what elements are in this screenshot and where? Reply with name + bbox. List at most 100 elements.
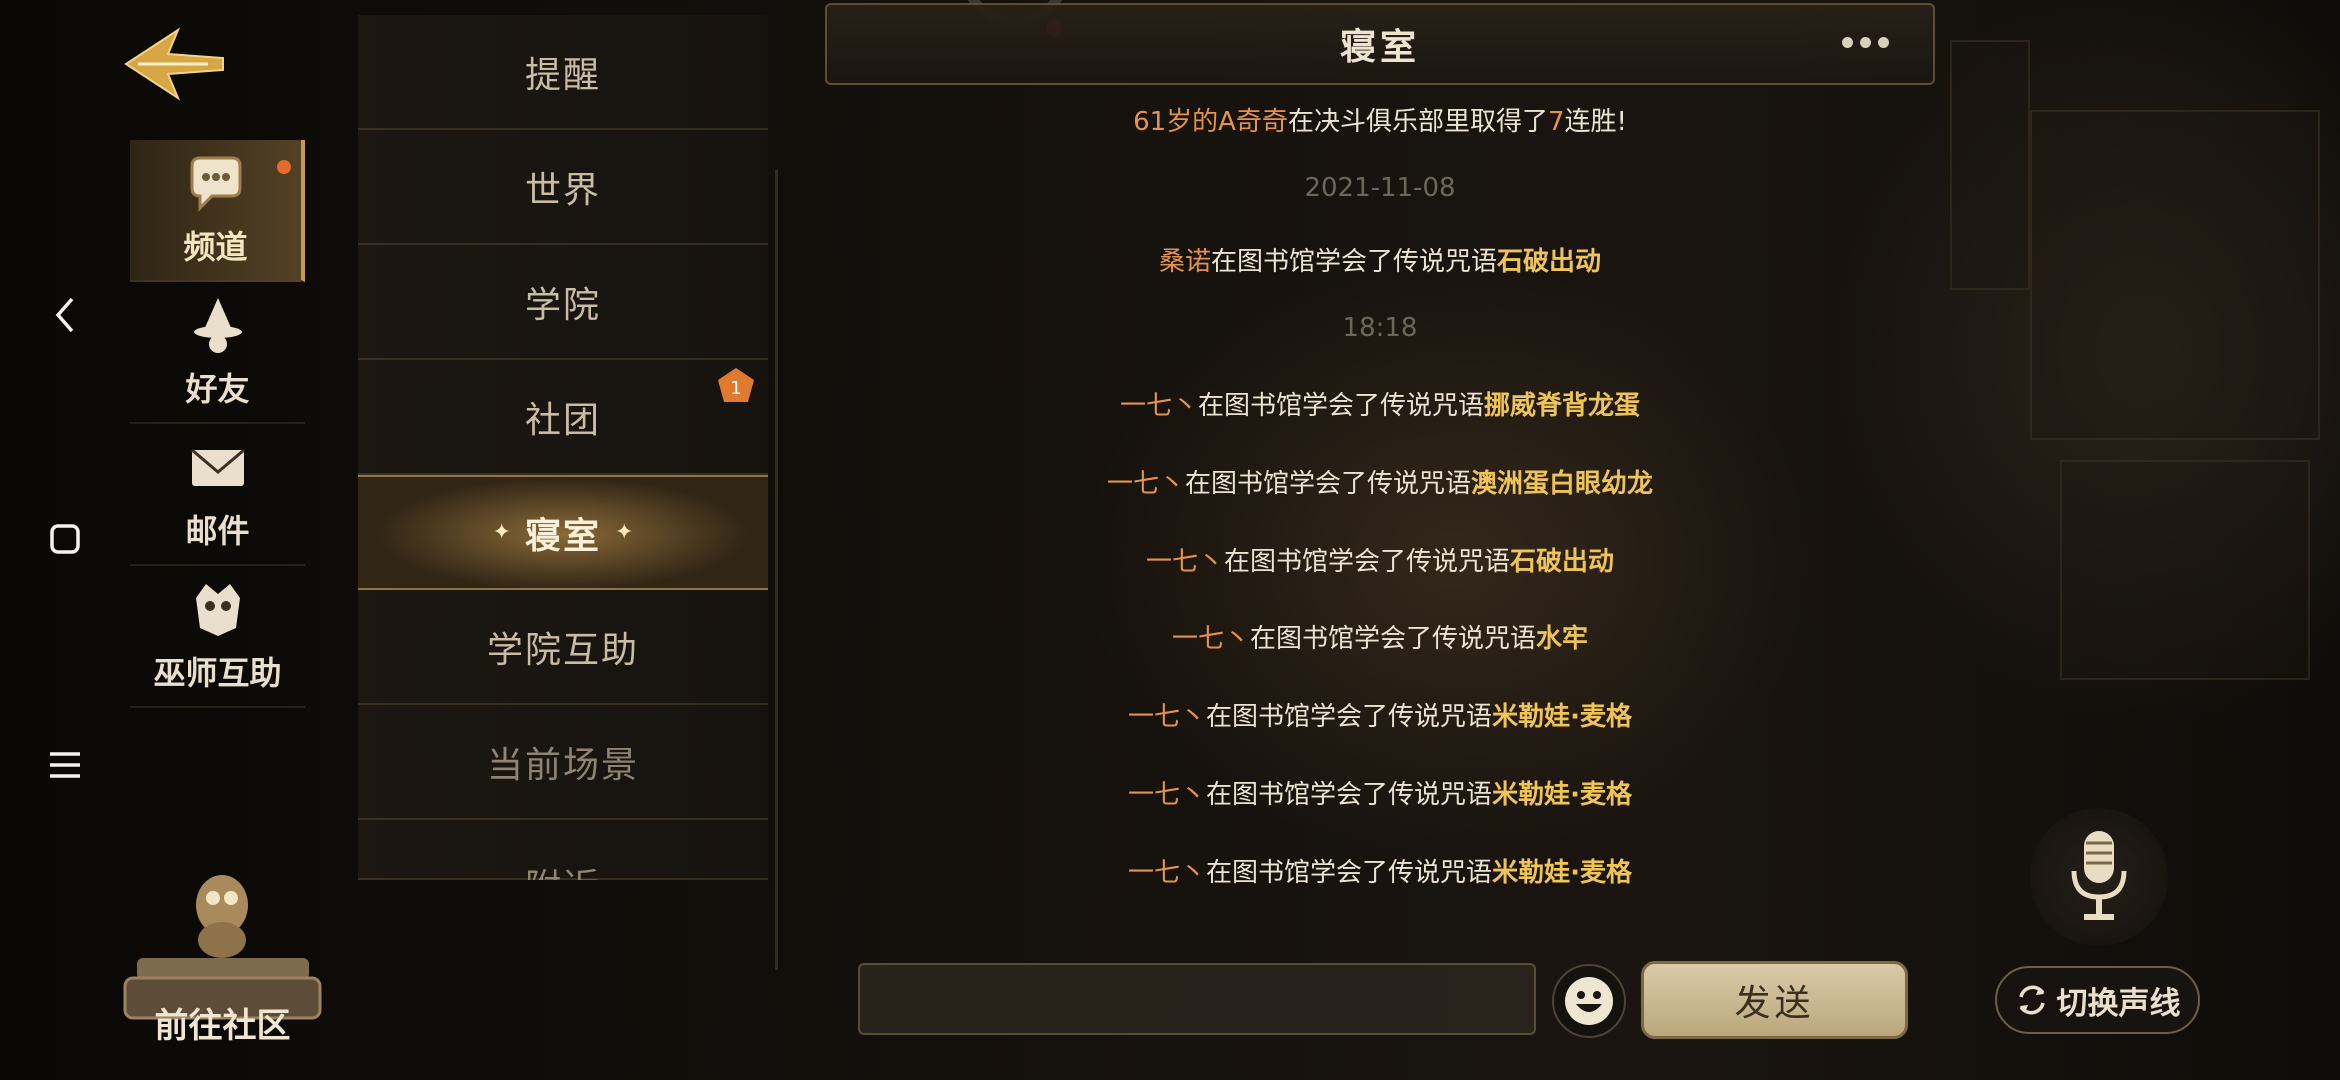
message-text: 在图书馆学会了传说咒语 [1210,247,1497,277]
channel-tab-college[interactable]: 学院 [358,245,768,360]
game-back-button[interactable] [118,24,228,104]
system-message: 一七丶在图书馆学会了传说咒语挪威脊背龙蛋 [825,385,1935,422]
chat-title: 寝室 [1339,27,1420,68]
message-text: 在图书馆学会了传说咒语 [1249,624,1536,654]
category-label: 巫师互助 [153,654,282,692]
message-text: 在图书馆学会了传说咒语 [1197,391,1484,421]
channel-tab-club[interactable]: 社团 1 [358,360,768,475]
send-label: 发送 [1734,983,1815,1024]
chat-header: 寝室 [825,3,1935,85]
message-text: 在决斗俱乐部里取得了 [1287,107,1548,137]
channel-label: 附近 [525,858,601,880]
spell-name: 米勒娃·麦格 [1492,858,1632,888]
spell-name: 挪威脊背龙蛋 [1484,391,1641,421]
chat-message-list[interactable]: 61岁的A奇奇在决斗俱乐部里取得了7连胜! 2021-11-08 桑诺在图书馆学… [825,95,1935,915]
system-home-button[interactable] [42,516,88,562]
category-friends[interactable]: 好友 [130,282,305,424]
category-channel[interactable]: 频道 [130,140,305,282]
dot-icon [1878,37,1889,48]
category-wizard-help[interactable]: 巫师互助 [130,566,305,708]
send-button[interactable]: 发送 [1641,961,1908,1039]
channel-label: 学院 [524,284,601,326]
player-name[interactable]: 一七丶 [1172,624,1250,654]
owl-emblem-icon [195,584,240,636]
sparkle-icon: ✦ [492,520,511,545]
community-label: 前往社区 [154,1006,291,1046]
category-sidebar: 频道 好友 邮件 巫师互助 [130,140,305,708]
player-name[interactable]: 桑诺 [1159,247,1211,277]
channel-label: 世界 [524,169,601,211]
time-stamp: 18:18 [1342,313,1418,343]
category-label: 邮件 [185,512,250,550]
smiley-face-icon [1565,977,1613,1025]
player-name[interactable]: 一七丶 [1128,858,1206,888]
system-recents-button[interactable] [42,742,88,788]
player-name[interactable]: 一七丶 [1128,780,1206,810]
player-name[interactable]: 一七丶 [1128,702,1206,732]
player-name[interactable]: 一七丶 [1107,469,1185,499]
square-icon [50,524,80,554]
switch-voice-label: 切换声线 [2056,985,2181,1022]
golden-arrow-icon [124,27,224,101]
streak-count: 7 [1547,107,1565,137]
category-label: 频道 [183,228,248,266]
menu-lines-icon [50,752,80,778]
channel-tab-world[interactable]: 世界 [358,130,768,245]
player-name[interactable]: 一七丶 [1146,547,1224,577]
spell-name: 澳洲蛋白眼幼龙 [1471,469,1654,499]
emoji-button[interactable] [1552,964,1626,1038]
system-message: 一七丶在图书馆学会了传说咒语米勒娃·麦格 [825,696,1935,733]
channel-tab-nearby[interactable]: 附近 [358,820,768,880]
system-message: 一七丶在图书馆学会了传说咒语米勒娃·麦格 [825,774,1935,811]
system-message: 一七丶在图书馆学会了传说咒语水牢 [825,618,1935,655]
unread-badge: 1 [718,368,754,402]
category-label: 好友 [185,370,250,408]
channel-label: 当前场景 [486,744,639,786]
more-options-button[interactable] [1842,37,1889,48]
channel-label: 社团 [524,399,601,441]
system-message: 一七丶在图书馆学会了传说咒语石破出动 [825,541,1935,578]
spell-name: 水牢 [1536,624,1589,654]
chat-input[interactable] [858,963,1536,1035]
message-text: 连胜! [1564,107,1627,137]
channel-list: 提醒 世界 学院 社团 1 ✦ 寝室 ✦ 学院互助 当前场景 附近 [358,15,768,880]
message-text: 在图书馆学会了传说咒语 [1206,858,1493,888]
chevron-left-icon [55,297,74,333]
message-text: 在图书馆学会了传说咒语 [1223,547,1510,577]
player-name[interactable]: 一七丶 [1120,391,1198,421]
spell-name: 石破出动 [1510,547,1615,577]
voice-record-button[interactable] [2030,808,2168,946]
message-text: 在图书馆学会了传说咒语 [1206,702,1493,732]
system-nav-bar [0,0,130,1080]
channel-label: 学院互助 [486,629,639,671]
channel-tab-dormitory[interactable]: ✦ 寝室 ✦ [358,475,768,590]
wizard-hat-icon [193,298,242,353]
message-text: 在图书馆学会了传说咒语 [1184,469,1471,499]
spell-name: 石破出动 [1497,247,1602,277]
envelope-icon [190,448,245,486]
channel-tab-reminder[interactable]: 提醒 [358,15,768,130]
go-to-community-button[interactable]: 前往社区 [115,870,330,1055]
system-back-button[interactable] [42,292,88,338]
date-stamp: 2021-11-08 [1304,173,1456,203]
swap-arrows-icon [2018,985,2045,1015]
dot-icon [1842,37,1853,48]
player-name[interactable]: 61岁的A奇奇 [1133,107,1288,137]
svg-text:1: 1 [730,378,741,399]
sparkle-icon: ✦ [615,520,634,545]
channel-label: 寝室 [524,515,601,557]
spell-name: 米勒娃·麦格 [1492,702,1632,732]
switch-voice-button[interactable]: 切换声线 [1995,966,2200,1034]
channel-tab-college-help[interactable]: 学院互助 [358,590,768,705]
system-message: 一七丶在图书馆学会了传说咒语澳洲蛋白眼幼龙 [825,463,1935,500]
divider [775,170,778,970]
system-message: 一七丶在图书馆学会了传说咒语米勒娃·麦格 [825,852,1935,889]
system-message: 桑诺在图书馆学会了传说咒语石破出动 [825,241,1935,278]
microphone-icon [2071,831,2127,920]
category-mail[interactable]: 邮件 [130,424,305,566]
system-message: 61岁的A奇奇在决斗俱乐部里取得了7连胜! [825,101,1935,138]
spell-name: 米勒娃·麦格 [1492,780,1632,810]
channel-tab-current-scene[interactable]: 当前场景 [358,705,768,820]
message-text: 在图书馆学会了传说咒语 [1206,780,1493,810]
channel-label: 提醒 [524,54,601,96]
